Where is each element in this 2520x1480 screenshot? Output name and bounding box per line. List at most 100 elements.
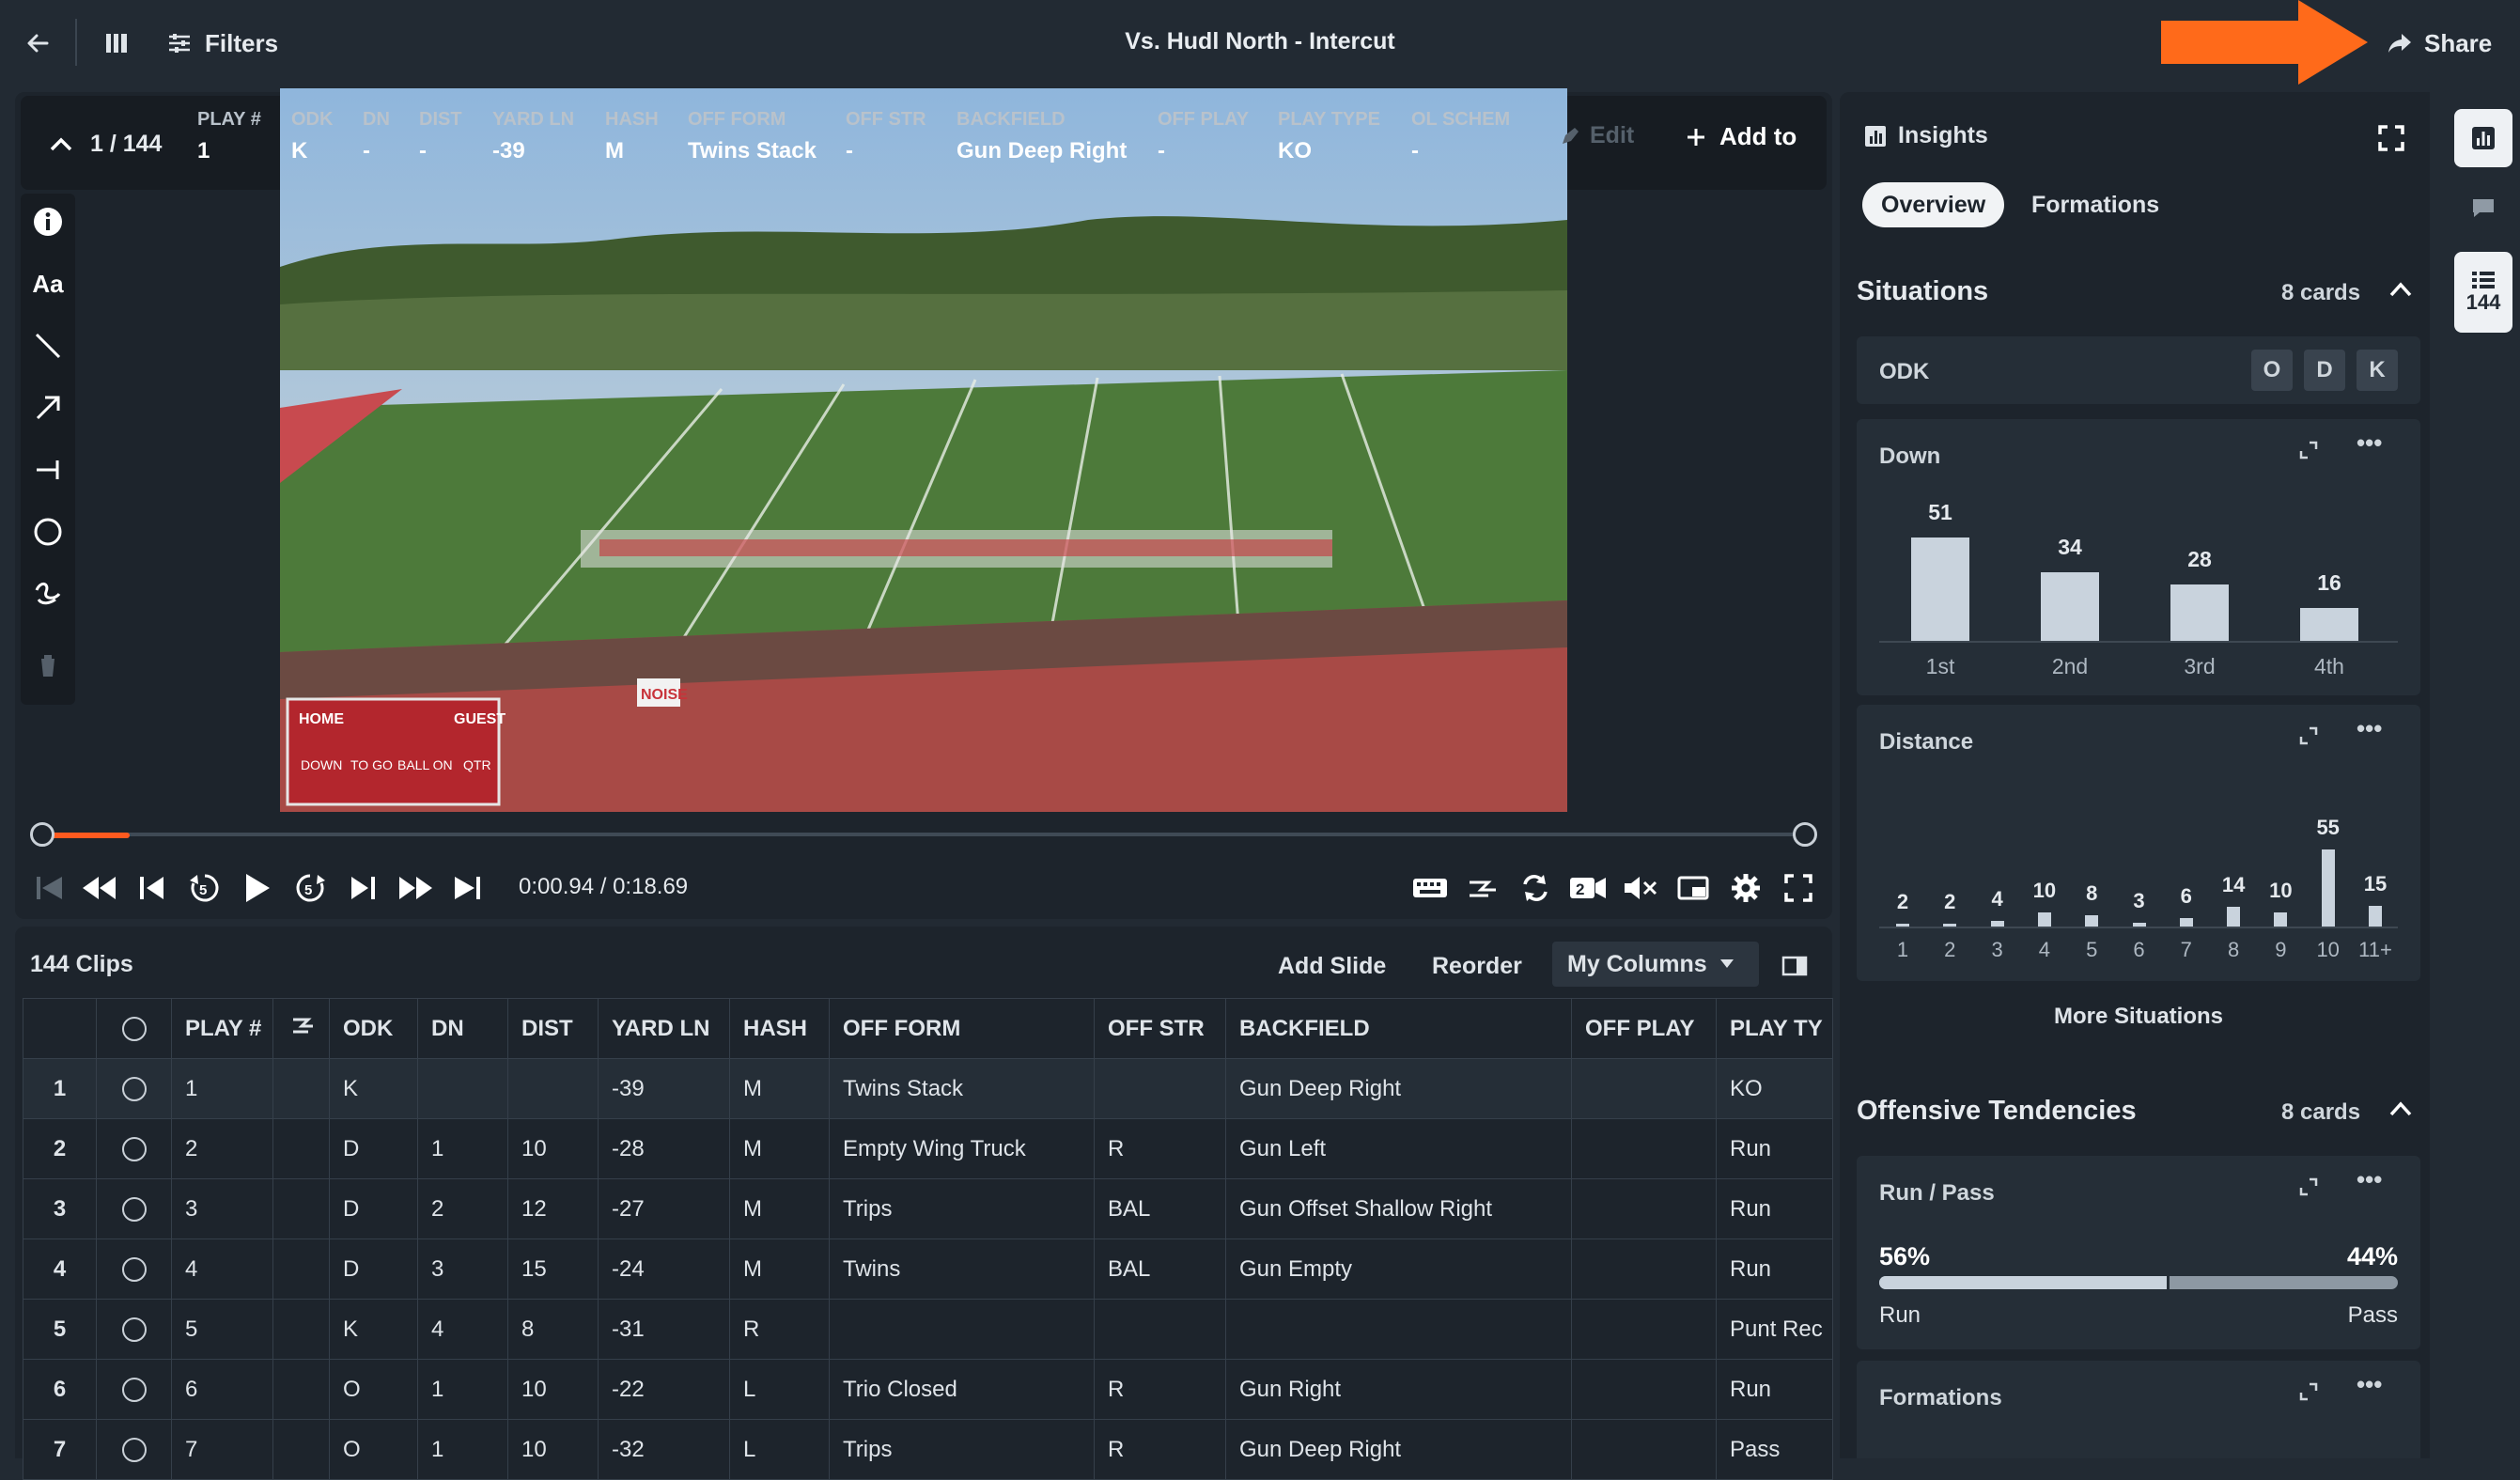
edit-button[interactable]: Edit (1560, 122, 1634, 149)
column-header-play-number[interactable]: PLAY # (171, 998, 273, 1059)
column-header-off-str[interactable]: OFF STR (1094, 998, 1226, 1059)
angle-column-icon[interactable] (272, 998, 330, 1059)
line-tool-icon[interactable] (29, 327, 67, 365)
trim-end-handle[interactable] (1793, 822, 1817, 847)
column-header-play-type[interactable]: PLAY TY (1716, 998, 1833, 1059)
chevron-up-icon[interactable] (2388, 1099, 2413, 1118)
keyboard-icon[interactable] (1409, 865, 1451, 911)
table-row[interactable]: 1 1 K -39 M Twins Stack Gun Deep Right KO (23, 1058, 1833, 1119)
column-header-dist[interactable]: DIST (507, 998, 599, 1059)
select-all-radio[interactable] (96, 998, 172, 1059)
reorder-button[interactable]: Reorder (1432, 945, 1522, 987)
arrow-tool-icon[interactable] (29, 389, 67, 427)
loop-icon[interactable] (1515, 865, 1556, 911)
distance-bar-2[interactable] (1943, 924, 1957, 927)
distance-bar-8[interactable] (2227, 907, 2241, 927)
block-tool-icon[interactable] (29, 451, 67, 489)
table-row[interactable]: 3 3 D 2 12 -27 M Trips BAL Gun Offset Shallow Rig… (23, 1178, 1833, 1239)
down-bar-2nd[interactable] (2041, 571, 2099, 641)
table-row[interactable]: 2 2 D 1 10 -28 M Empty Wing Truck R Gun Left Run (23, 1118, 1833, 1179)
more-options-icon[interactable]: ••• (2357, 1370, 2382, 1399)
video-player[interactable]: HOME GUEST DOWN TO GO BALL ON QTR NOISE (280, 88, 1567, 812)
odk-chip-o[interactable]: O (2251, 350, 2293, 391)
freehand-tool-icon[interactable] (29, 575, 67, 613)
info-icon[interactable] (29, 203, 67, 241)
distance-bar-11+[interactable] (2369, 905, 2382, 927)
fullscreen-icon[interactable] (1778, 865, 1819, 911)
angle-stack-icon[interactable] (1462, 865, 1503, 911)
distance-bar-6[interactable] (2132, 922, 2146, 927)
column-header-off-form[interactable]: OFF FORM (829, 998, 1095, 1059)
tab-overview[interactable]: Overview (1862, 182, 2005, 227)
more-options-icon[interactable]: ••• (2357, 428, 2382, 458)
rewind-icon[interactable] (79, 865, 120, 911)
distance-bar-1[interactable] (1896, 924, 1909, 927)
table-row[interactable]: 5 5 K 4 8 -31 R Punt Rec (23, 1299, 1833, 1360)
distance-bar-10[interactable] (2321, 849, 2335, 927)
playlist-rail-button[interactable]: 144 (2454, 252, 2512, 333)
column-header-odk[interactable]: ODK (329, 998, 418, 1059)
play-icon[interactable] (237, 865, 278, 911)
distance-bar-5[interactable] (2085, 915, 2099, 927)
row-select-radio[interactable] (96, 1239, 172, 1300)
odk-chip-d[interactable]: D (2304, 350, 2345, 391)
table-row[interactable]: 4 4 D 3 15 -24 M Twins BAL Gun Empty Run (23, 1239, 1833, 1300)
table-row[interactable]: 6 6 O 1 10 -22 L Trio Closed R Gun Right Run (23, 1359, 1833, 1420)
mute-icon[interactable] (1620, 865, 1661, 911)
circle-tool-icon[interactable] (29, 513, 67, 551)
expand-icon[interactable] (2298, 440, 2319, 460)
panel-toggle-icon[interactable] (1781, 955, 1808, 977)
row-select-radio[interactable] (96, 1058, 172, 1119)
row-select-radio[interactable] (96, 1118, 172, 1179)
column-header-yard-ln[interactable]: YARD LN (598, 998, 730, 1059)
tab-formations[interactable]: Formations (2031, 182, 2159, 227)
column-header-hash[interactable]: HASH (729, 998, 830, 1059)
share-button[interactable]: Share (2387, 23, 2492, 64)
trim-start-handle[interactable] (30, 822, 54, 847)
forward-5-seconds-icon[interactable]: 5 (289, 865, 331, 911)
previous-frame-icon[interactable] (132, 865, 173, 911)
expand-icon[interactable] (2298, 725, 2319, 746)
row-select-radio[interactable] (96, 1419, 172, 1480)
multi-angle-icon[interactable]: 2 (1567, 865, 1609, 911)
expand-icon[interactable] (2298, 1176, 2319, 1197)
row-select-radio[interactable] (96, 1178, 172, 1239)
down-bar-4th[interactable] (2300, 608, 2358, 641)
row-select-radio[interactable] (96, 1359, 172, 1420)
text-tool-icon[interactable]: Aa (29, 265, 67, 303)
chevron-up-icon[interactable] (49, 135, 73, 152)
add-to-button[interactable]: Add to (1686, 122, 1797, 151)
timeline-track[interactable] (41, 833, 1804, 836)
distance-bar-3[interactable] (1990, 921, 2004, 927)
settings-gear-icon[interactable] (1725, 865, 1766, 911)
insights-rail-button[interactable] (2454, 109, 2512, 167)
my-columns-dropdown[interactable]: My Columns (1552, 942, 1759, 987)
more-options-icon[interactable]: ••• (2357, 714, 2382, 743)
distance-bar-4[interactable] (2037, 912, 2051, 927)
distance-bar-7[interactable] (2179, 918, 2193, 927)
more-situations-link[interactable]: More Situations (1857, 1004, 2420, 1030)
chevron-up-icon[interactable] (2388, 280, 2413, 299)
row-select-radio[interactable] (96, 1299, 172, 1360)
picture-in-picture-icon[interactable] (1672, 865, 1714, 911)
down-bar-3rd[interactable] (2170, 584, 2229, 641)
trash-icon[interactable] (29, 647, 67, 684)
fast-forward-icon[interactable] (395, 865, 436, 911)
table-row[interactable]: 7 7 O 1 10 -32 L Trips R Gun Deep Right Pass (23, 1419, 1833, 1480)
column-header-dn[interactable]: DN (417, 998, 508, 1059)
down-bar-1st[interactable] (1911, 537, 1969, 641)
back-5-seconds-icon[interactable]: 5 (184, 865, 226, 911)
expand-panel-icon[interactable] (2377, 124, 2405, 152)
odk-chip-k[interactable]: K (2357, 350, 2398, 391)
next-frame-icon[interactable] (342, 865, 383, 911)
add-slide-button[interactable]: Add Slide (1278, 945, 1386, 987)
distance-bar-9[interactable] (2274, 912, 2288, 927)
skip-to-start-icon[interactable] (28, 865, 70, 911)
play-counter[interactable]: 1 / 144 (49, 118, 162, 169)
column-header-off-play[interactable]: OFF PLAY (1571, 998, 1717, 1059)
more-options-icon[interactable]: ••• (2357, 1165, 2382, 1194)
column-header-backfield[interactable]: BACKFIELD (1225, 998, 1572, 1059)
expand-icon[interactable] (2298, 1381, 2319, 1402)
skip-to-end-icon[interactable] (447, 865, 489, 911)
comments-rail-button[interactable] (2454, 179, 2512, 237)
